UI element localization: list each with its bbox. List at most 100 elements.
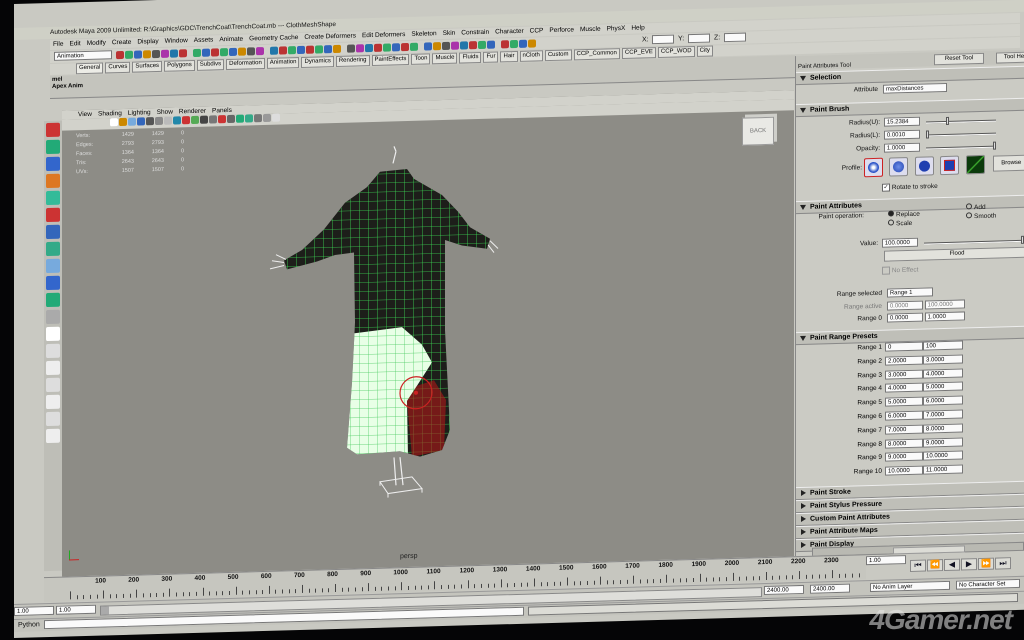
status-tool-icon[interactable]	[433, 42, 441, 51]
end-time-field[interactable]: 2400.00	[810, 583, 850, 594]
cloth-mesh[interactable]	[62, 90, 794, 576]
shelf-tab-hair[interactable]: Hair	[500, 50, 518, 63]
shelf-tab-ncloth[interactable]: nCloth	[519, 50, 543, 62]
status-tool-icon[interactable]	[460, 41, 468, 50]
status-tool-icon[interactable]	[134, 50, 142, 59]
shelf-tab-polygons[interactable]: Polygons	[164, 59, 195, 72]
inner-start-field[interactable]: 1.00	[56, 604, 96, 615]
status-tool-icon[interactable]	[202, 48, 210, 57]
status-tool-icon[interactable]	[401, 42, 409, 52]
shelf-tab-fur[interactable]: Fur	[483, 51, 499, 63]
status-tool-icon[interactable]	[451, 41, 459, 50]
range-preset-min[interactable]: 9.0000	[885, 451, 923, 463]
menu-help[interactable]: Help	[631, 24, 644, 31]
attribute-dropdown[interactable]: maxDistances	[882, 82, 947, 94]
profile-solid-icon[interactable]	[914, 156, 934, 176]
value-slider[interactable]	[924, 235, 1024, 245]
menu-physx[interactable]: PhysX	[607, 25, 626, 33]
range-preset-max[interactable]: 9.0000	[923, 437, 963, 448]
range-active-min[interactable]: 0.0000	[886, 300, 923, 311]
status-tool-icon[interactable]	[279, 46, 287, 55]
toolbox-tool-icon[interactable]	[46, 411, 60, 427]
shelf-tab-deformation[interactable]: Deformation	[226, 57, 265, 71]
menu-create[interactable]: Create	[112, 39, 132, 47]
status-tool-icon[interactable]	[487, 40, 495, 49]
slider-handle[interactable]	[946, 116, 950, 125]
shelf-tab-custom[interactable]: Custom	[544, 49, 572, 62]
toolbox-tool-icon[interactable]	[46, 207, 60, 223]
range-0-max[interactable]: 1.0000	[924, 311, 965, 322]
profile-square-icon[interactable]	[940, 155, 960, 176]
status-tool-icon[interactable]	[270, 46, 278, 55]
toolbox-tool-icon[interactable]	[46, 258, 60, 274]
status-tool-icon[interactable]	[478, 40, 486, 50]
command-language-label[interactable]: Python	[18, 621, 40, 629]
menu-animate[interactable]: Animate	[219, 36, 243, 44]
menu-window[interactable]: Window	[165, 37, 188, 45]
status-tool-icon[interactable]	[161, 49, 169, 58]
toolbox-tool-icon[interactable]	[46, 326, 60, 342]
range-preset-min[interactable]: 3.0000	[885, 369, 923, 380]
range-preset-min[interactable]: 7.0000	[885, 424, 923, 435]
range-preset-min[interactable]: 10.0000	[885, 465, 923, 476]
status-tool-icon[interactable]	[442, 41, 450, 51]
op-replace[interactable]: Replace	[888, 210, 920, 219]
slider-handle[interactable]	[926, 130, 929, 139]
go-to-start-icon[interactable]: ⏮	[910, 559, 926, 572]
coord-y-field[interactable]	[688, 33, 710, 44]
slider-handle[interactable]	[993, 141, 996, 150]
character-set-dropdown[interactable]: No Character Set	[956, 578, 1020, 590]
status-tool-icon[interactable]	[374, 43, 382, 52]
status-tool-icon[interactable]	[324, 45, 332, 54]
opacity-slider[interactable]	[926, 141, 996, 150]
range-selected-dropdown[interactable]: Range 1	[886, 287, 933, 298]
menu-file[interactable]: File	[53, 41, 63, 48]
menu-create-deformers[interactable]: Create Deformers	[304, 32, 356, 40]
status-tool-icon[interactable]	[247, 47, 255, 56]
browse-button[interactable]: Browse	[993, 154, 1024, 172]
toolbox-tool-icon[interactable]	[46, 360, 60, 376]
status-tool-icon[interactable]	[229, 47, 237, 56]
radius-l-field[interactable]: 0.0010	[883, 129, 920, 140]
toolbox-tool-icon[interactable]	[46, 190, 60, 206]
status-tool-icon[interactable]	[256, 47, 264, 56]
status-tool-icon[interactable]	[424, 42, 432, 51]
shelf-tab-animation[interactable]: Animation	[266, 57, 300, 69]
shelf-tab-ccp-eve[interactable]: CCP_EVE	[621, 47, 656, 60]
step-forward-key-icon[interactable]: ⏩	[978, 557, 994, 571]
shelf-tab-rendering[interactable]: Rendering	[335, 55, 370, 68]
range-preset-min[interactable]: 6.0000	[885, 410, 923, 421]
status-tool-icon[interactable]	[365, 43, 373, 53]
shelf-item-apex[interactable]: Apex	[52, 84, 67, 91]
toolbox-tool-icon[interactable]	[46, 343, 60, 359]
start-time-field[interactable]: 1.00	[14, 605, 54, 616]
status-tool-icon[interactable]	[297, 45, 305, 55]
shelf-tab-city[interactable]: City	[696, 45, 713, 57]
menu-constrain[interactable]: Constrain	[461, 29, 489, 37]
status-tool-icon[interactable]	[170, 49, 178, 58]
profile-image-icon[interactable]	[965, 154, 985, 175]
status-tool-icon[interactable]	[333, 44, 341, 54]
range-preset-min[interactable]: 0	[885, 341, 923, 352]
reset-tool-button[interactable]: Reset Tool	[934, 52, 984, 66]
status-tool-icon[interactable]	[315, 45, 323, 54]
status-tool-icon[interactable]	[116, 50, 124, 60]
shelf-tab-dynamics[interactable]: Dynamics	[301, 56, 334, 68]
toolbox-tool-icon[interactable]	[46, 428, 60, 444]
range-preset-max[interactable]: 3.0000	[923, 354, 963, 365]
status-tool-icon[interactable]	[288, 46, 296, 55]
status-tool-icon[interactable]	[220, 48, 228, 57]
menu-skin[interactable]: Skin	[443, 30, 456, 37]
status-tool-icon[interactable]	[143, 50, 151, 59]
mode-selector[interactable]: Animation	[54, 50, 112, 61]
play-backward-icon[interactable]: ◀	[944, 558, 960, 572]
shelf-tab-painteffects[interactable]: PaintEffects	[371, 53, 410, 67]
play-forward-icon[interactable]: ▶	[961, 558, 977, 571]
profile-gaussian-icon[interactable]	[864, 157, 883, 178]
flood-button[interactable]: Flood	[884, 246, 1024, 262]
toolbox-tool-icon[interactable]	[46, 224, 60, 240]
toolbox-tool-icon[interactable]	[46, 122, 60, 138]
op-add[interactable]: Add	[966, 203, 986, 212]
status-tool-icon[interactable]	[356, 44, 364, 53]
profile-soft-icon[interactable]	[889, 157, 909, 177]
